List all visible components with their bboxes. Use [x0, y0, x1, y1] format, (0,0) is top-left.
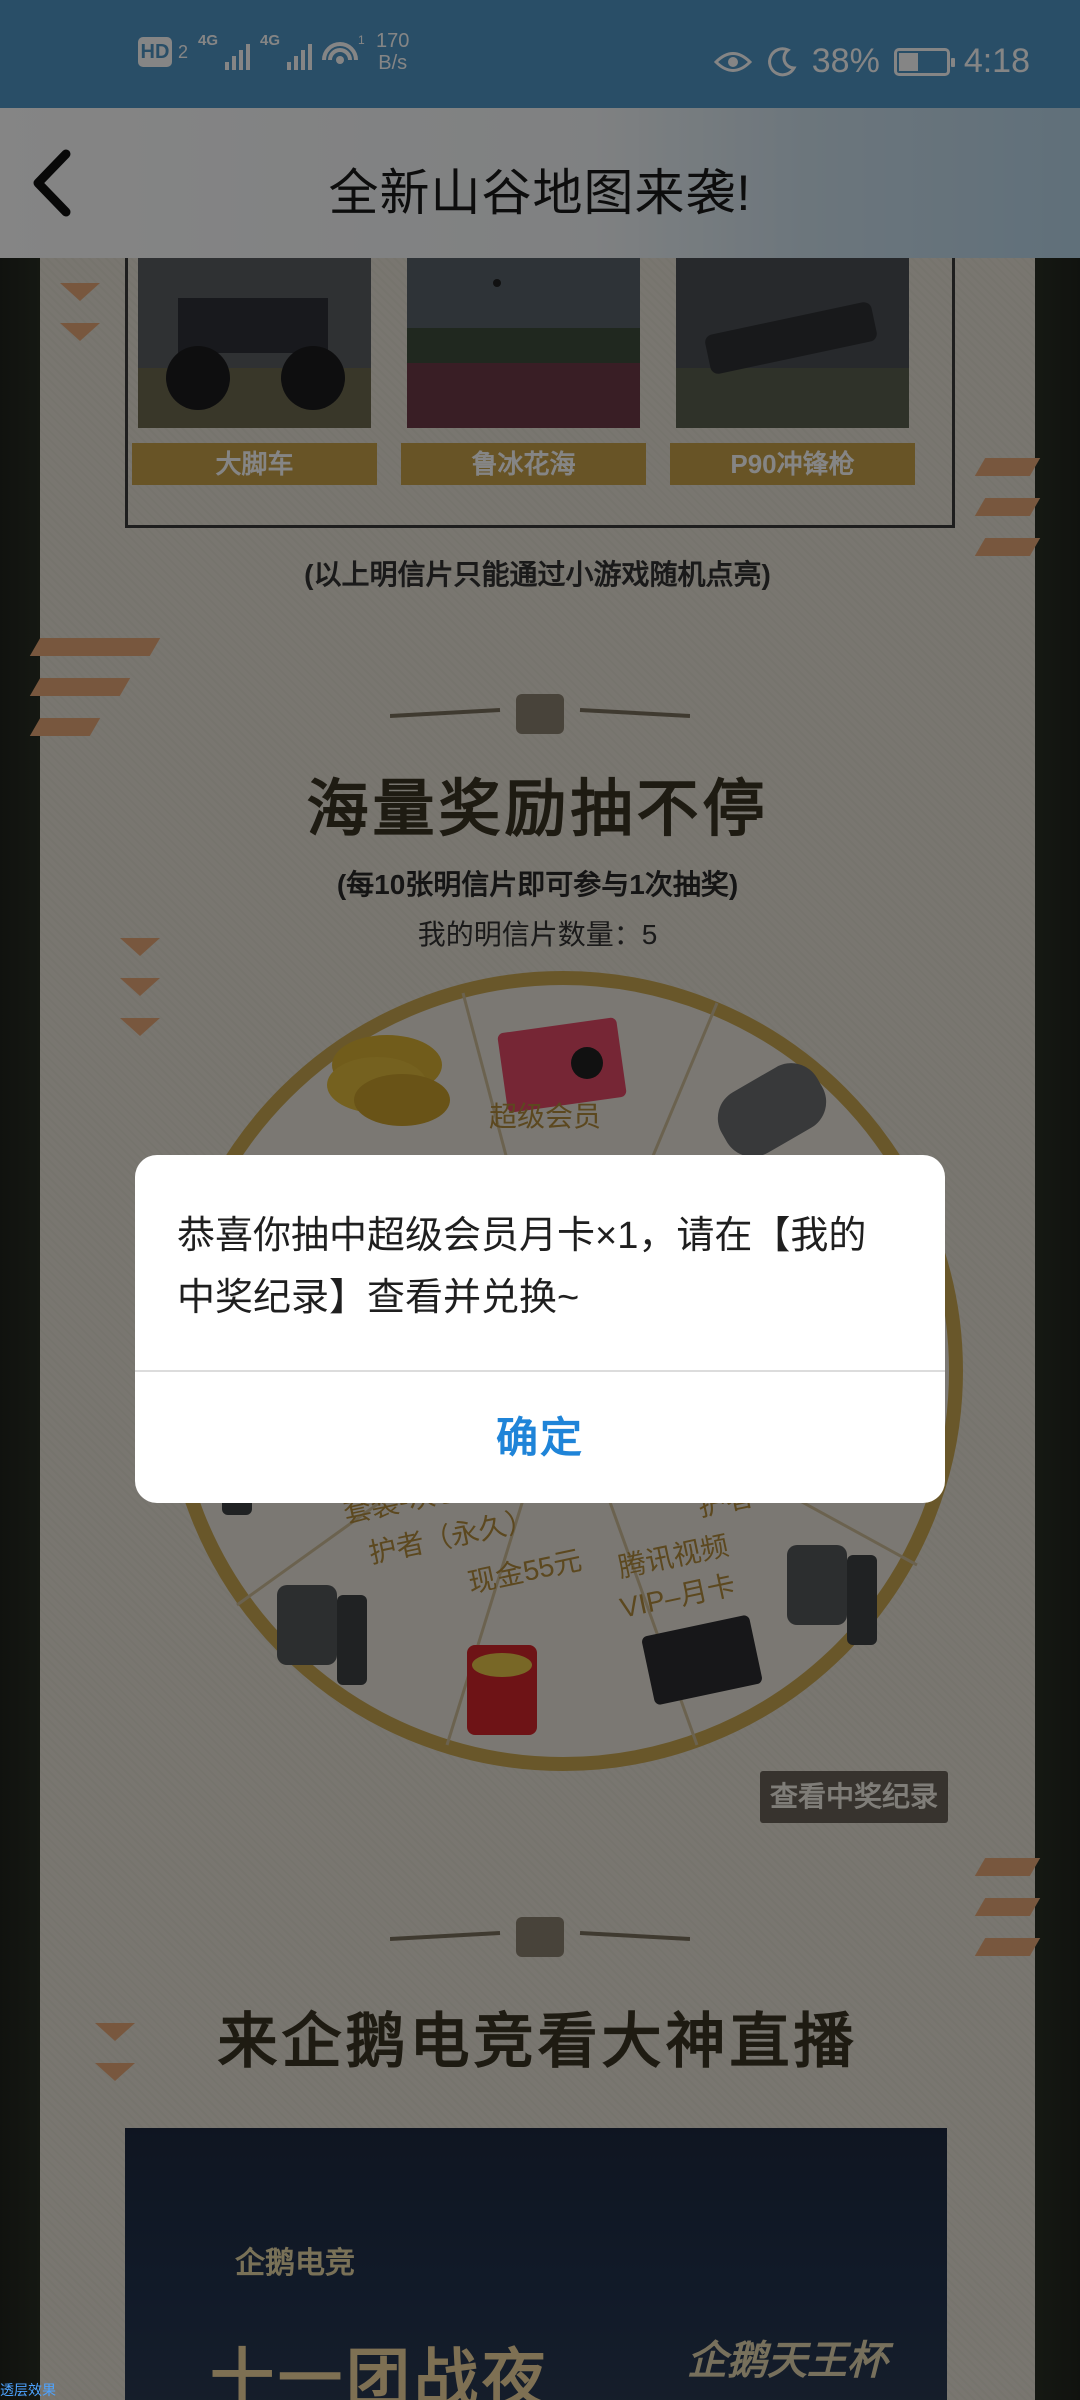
dialog-message: 恭喜你抽中超级会员月卡×1，请在【我的中奖纪录】查看并兑换~	[177, 1215, 867, 1319]
corner-caption: 透层效果	[0, 2382, 56, 2398]
prize-dialog: 恭喜你抽中超级会员月卡×1，请在【我的中奖纪录】查看并兑换~ 确定	[135, 1155, 945, 1503]
confirm-button[interactable]: 确定	[135, 1372, 945, 1503]
